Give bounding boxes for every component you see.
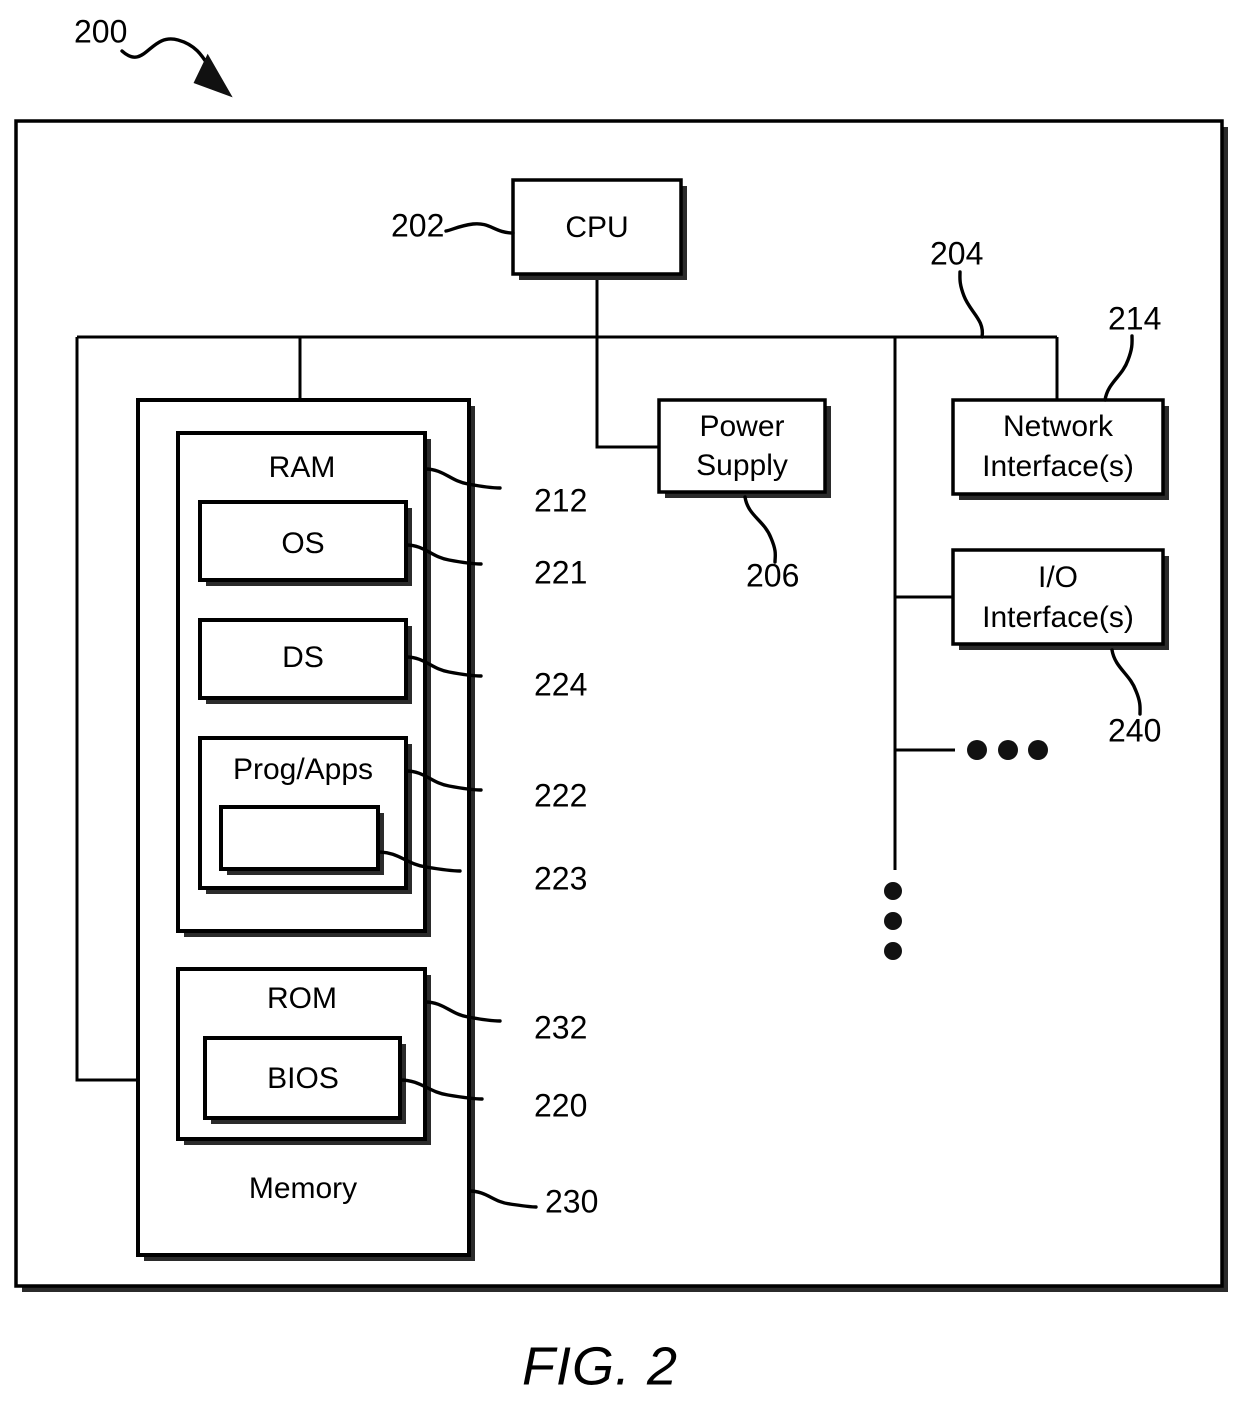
vertical-ellipsis-icon bbox=[884, 882, 902, 960]
io-interface-label-line2: Interface(s) bbox=[982, 601, 1134, 634]
io-interface-label-line1: I/O bbox=[1038, 561, 1078, 594]
os-ref-221: 221 bbox=[534, 554, 587, 590]
ram-label: RAM bbox=[269, 451, 336, 484]
power-supply-ref-206: 206 bbox=[746, 557, 799, 593]
horizontal-ellipsis-icon bbox=[967, 740, 1048, 760]
arrow-head bbox=[193, 53, 233, 98]
network-interface-label-line1: Network bbox=[1003, 410, 1114, 443]
network-interface-ref-214: 214 bbox=[1108, 300, 1161, 336]
figure-canvas: 200 CPU 202 Power Supply 206 204 Network… bbox=[14, 13, 1228, 1396]
figure-ref-200: 200 bbox=[74, 13, 127, 49]
ram-ref-212: 212 bbox=[534, 482, 587, 518]
prog-apps-inner-ref-223: 223 bbox=[534, 860, 587, 896]
network-interface-label-line2: Interface(s) bbox=[982, 450, 1134, 483]
ds-label: DS bbox=[282, 641, 324, 674]
cpu-label: CPU bbox=[565, 211, 628, 244]
rom-label: ROM bbox=[267, 982, 337, 1015]
prog-apps-ref-222: 222 bbox=[534, 777, 587, 813]
bus-ref-204: 204 bbox=[930, 235, 983, 271]
prog-apps-inner-block bbox=[219, 805, 384, 875]
bios-ref-220: 220 bbox=[534, 1087, 587, 1123]
io-interface-ref-240: 240 bbox=[1108, 712, 1161, 748]
figure-caption: FIG. 2 bbox=[522, 1336, 678, 1396]
patent-figure-2: 200 CPU 202 Power Supply 206 204 Network… bbox=[0, 0, 1240, 1411]
rom-ref-232: 232 bbox=[534, 1009, 587, 1045]
memory-label: Memory bbox=[249, 1172, 357, 1205]
figure-ref-arrow bbox=[120, 37, 233, 98]
power-supply-label-line2: Supply bbox=[696, 449, 788, 482]
bios-label: BIOS bbox=[267, 1062, 339, 1095]
os-label: OS bbox=[281, 527, 324, 560]
power-supply-label-line1: Power bbox=[699, 410, 784, 443]
cpu-ref-202: 202 bbox=[391, 207, 444, 243]
memory-ref-230: 230 bbox=[545, 1183, 598, 1219]
ds-ref-224: 224 bbox=[534, 666, 587, 702]
prog-apps-label: Prog/Apps bbox=[233, 753, 373, 786]
